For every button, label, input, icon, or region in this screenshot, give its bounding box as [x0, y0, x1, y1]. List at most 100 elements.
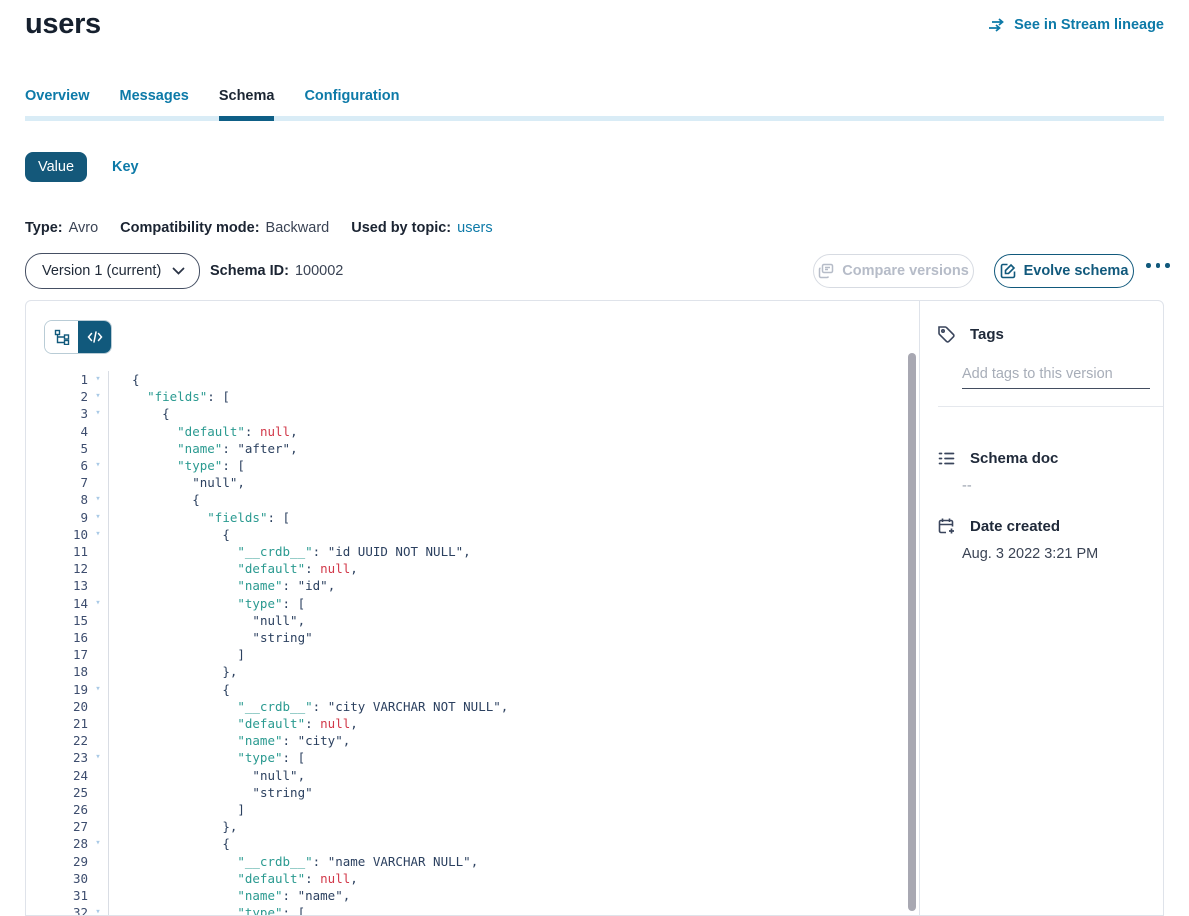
meta-compatibility-value: Backward	[266, 220, 330, 236]
meta-topic-label: Used by topic:	[351, 220, 451, 236]
chevron-down-icon	[172, 267, 185, 276]
fold-toggle-icon[interactable]: ▾	[88, 835, 108, 852]
stream-lineage-link[interactable]: See in Stream lineage	[988, 17, 1164, 33]
evolve-schema-label: Evolve schema	[1024, 263, 1129, 279]
vertical-scrollbar[interactable]	[908, 353, 916, 911]
tab-overview[interactable]: Overview	[25, 88, 90, 121]
code-text: "default": null,	[108, 715, 358, 732]
code-line: 29 "__crdb__": "name VARCHAR NULL",	[26, 853, 903, 870]
meta-type-value: Avro	[69, 220, 99, 236]
tab-messages[interactable]: Messages	[120, 88, 189, 121]
add-tags-input[interactable]	[962, 364, 1150, 389]
version-select[interactable]: Version 1 (current)	[25, 253, 200, 289]
code-line: 4 "default": null,	[26, 423, 903, 440]
code-line: 23▾ "type": [	[26, 749, 903, 766]
code-text: ]	[108, 646, 245, 663]
line-number: 2	[54, 388, 88, 405]
line-number: 15	[54, 612, 88, 629]
line-number: 17	[54, 646, 88, 663]
fold-spacer	[88, 543, 108, 560]
code-view-icon	[87, 330, 103, 344]
schema-meta-row: Type: Avro Compatibility mode: Backward …	[25, 220, 493, 236]
schema-view-toggle	[44, 320, 112, 354]
date-created-value: Aug. 3 2022 3:21 PM	[962, 546, 1163, 562]
fold-toggle-icon[interactable]: ▾	[88, 457, 108, 474]
code-line: 14▾ "type": [	[26, 595, 903, 612]
value-toggle-button[interactable]: Value	[25, 152, 87, 182]
list-icon	[937, 449, 956, 468]
code-text: "name": "city",	[108, 732, 350, 749]
fold-toggle-icon[interactable]: ▾	[88, 371, 108, 388]
key-toggle-button[interactable]: Key	[112, 159, 139, 175]
code-line: 5 "name": "after",	[26, 440, 903, 457]
fold-toggle-icon[interactable]: ▾	[88, 526, 108, 543]
fold-spacer	[88, 577, 108, 594]
more-actions-button[interactable]	[1146, 263, 1170, 268]
fold-spacer	[88, 663, 108, 680]
code-text: "string"	[108, 784, 313, 801]
fold-spacer	[88, 818, 108, 835]
line-number: 20	[54, 698, 88, 715]
code-text: "__crdb__": "city VARCHAR NOT NULL",	[108, 698, 508, 715]
code-line: 27 },	[26, 818, 903, 835]
tab-bar: Overview Messages Schema Configuration	[25, 88, 1164, 121]
fold-toggle-icon[interactable]: ▾	[88, 681, 108, 698]
tree-view-icon	[54, 329, 70, 345]
code-line: 3▾ {	[26, 405, 903, 422]
fold-toggle-icon[interactable]: ▾	[88, 595, 108, 612]
fold-spacer	[88, 784, 108, 801]
code-line: 19▾ {	[26, 681, 903, 698]
fold-toggle-icon[interactable]: ▾	[88, 405, 108, 422]
code-line: 6▾ "type": [	[26, 457, 903, 474]
fold-spacer	[88, 715, 108, 732]
code-view-button[interactable]	[78, 321, 111, 353]
schema-doc-value: --	[962, 478, 1163, 494]
code-text: {	[108, 371, 140, 388]
ellipsis-dot	[1146, 263, 1151, 268]
fold-spacer	[88, 646, 108, 663]
fold-toggle-icon[interactable]: ▾	[88, 749, 108, 766]
code-line: 28▾ {	[26, 835, 903, 852]
schema-part-toggle: Value Key	[25, 152, 139, 182]
code-text: "type": [	[108, 904, 305, 915]
code-line: 30 "default": null,	[26, 870, 903, 887]
code-line: 21 "default": null,	[26, 715, 903, 732]
fold-toggle-icon[interactable]: ▾	[88, 509, 108, 526]
tab-configuration[interactable]: Configuration	[304, 88, 399, 121]
code-line: 10▾ {	[26, 526, 903, 543]
code-text: "name": "after",	[108, 440, 298, 457]
fold-spacer	[88, 870, 108, 887]
code-line: 1▾{	[26, 371, 903, 388]
fold-spacer	[88, 767, 108, 784]
code-editor: 1▾{2▾ "fields": [3▾ {4 "default": null,5…	[26, 353, 903, 915]
code-text: },	[108, 818, 237, 835]
line-number: 6	[54, 457, 88, 474]
tree-view-button[interactable]	[45, 321, 78, 353]
code-text: "fields": [	[108, 509, 290, 526]
code-line: 20 "__crdb__": "city VARCHAR NOT NULL",	[26, 698, 903, 715]
code-text: {	[108, 405, 170, 422]
schema-code-pane: 1▾{2▾ "fields": [3▾ {4 "default": null,5…	[26, 301, 919, 915]
fold-toggle-icon[interactable]: ▾	[88, 904, 108, 915]
line-number: 31	[54, 887, 88, 904]
line-number: 7	[54, 474, 88, 491]
code-line: 9▾ "fields": [	[26, 509, 903, 526]
evolve-schema-icon	[1000, 263, 1016, 279]
topic-link[interactable]: users	[457, 220, 492, 236]
evolve-schema-button[interactable]: Evolve schema	[994, 254, 1134, 288]
code-text: {	[108, 491, 200, 508]
tab-schema[interactable]: Schema	[219, 88, 275, 121]
line-number: 30	[54, 870, 88, 887]
line-number: 21	[54, 715, 88, 732]
fold-toggle-icon[interactable]: ▾	[88, 491, 108, 508]
ellipsis-dot	[1156, 263, 1161, 268]
code-text: "null",	[108, 612, 305, 629]
compare-versions-button[interactable]: Compare versions	[813, 254, 974, 288]
compare-versions-icon	[818, 263, 834, 279]
fold-toggle-icon[interactable]: ▾	[88, 388, 108, 405]
stream-lineage-label: See in Stream lineage	[1014, 17, 1164, 33]
line-number: 25	[54, 784, 88, 801]
code-text: "type": [	[108, 595, 305, 612]
code-text: ]	[108, 801, 245, 818]
code-line: 31 "name": "name",	[26, 887, 903, 904]
